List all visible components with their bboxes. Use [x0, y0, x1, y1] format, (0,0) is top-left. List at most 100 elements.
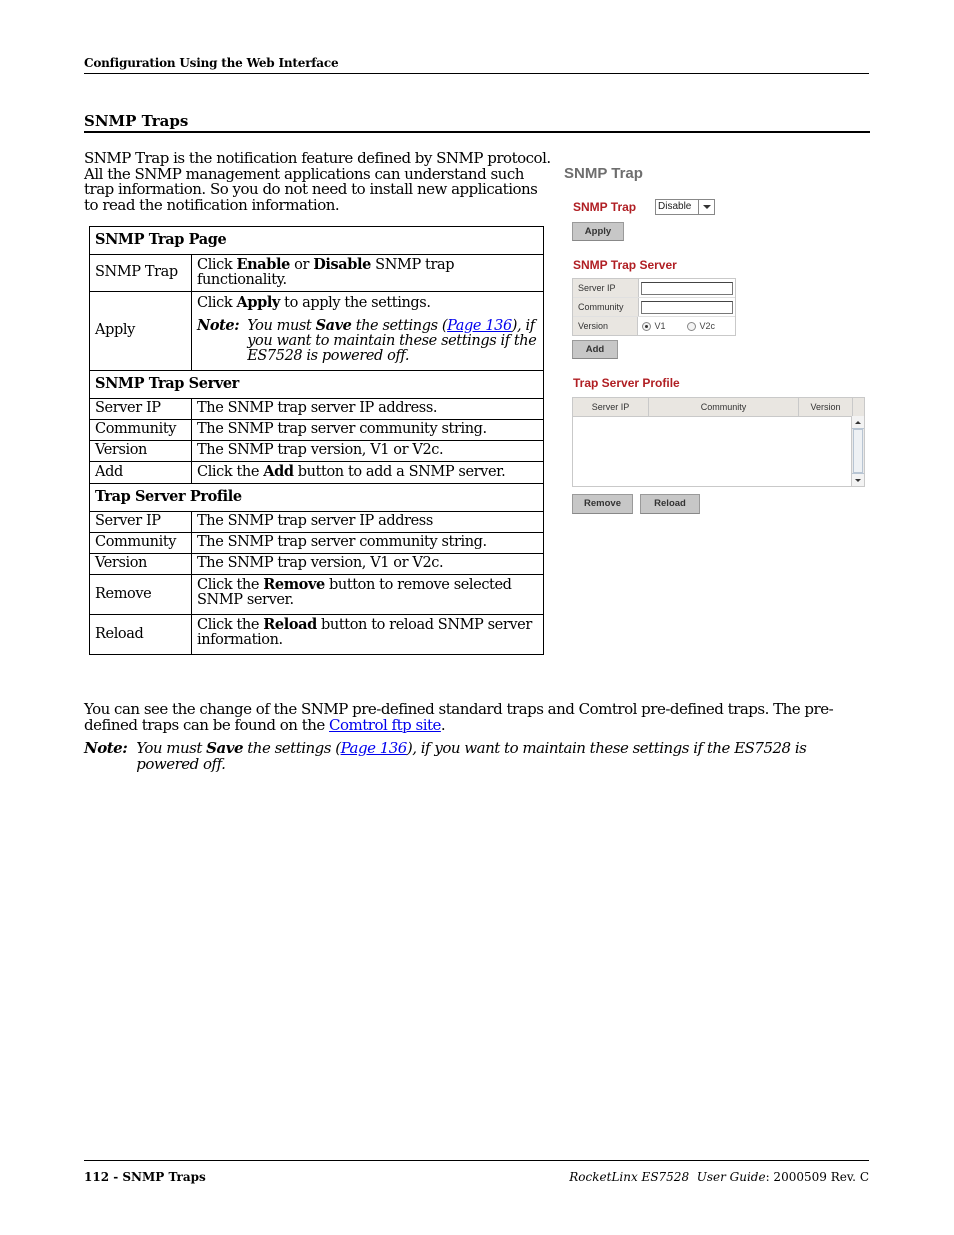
section-title: SNMP Traps	[84, 112, 189, 130]
footer-doc-title: RocketLinx ES7528 User Guide: 2000509 Re…	[569, 1170, 869, 1184]
chevron-down-icon[interactable]	[698, 200, 714, 214]
row-label: Community	[89, 419, 192, 441]
snmp-trap-select[interactable]: Disable	[655, 199, 715, 215]
form-row-community: Community	[573, 298, 735, 317]
row-description: The SNMP trap server community string.	[191, 532, 544, 554]
comtrol-ftp-link[interactable]: Comtrol ftp site	[329, 716, 441, 734]
note-body: You must Save the settings (Page 136), i…	[127, 739, 869, 772]
intro-paragraph: SNMP Trap is the notification feature de…	[84, 149, 551, 214]
add-button[interactable]: Add	[572, 340, 618, 359]
table-row: Version The SNMP trap version, V1 or V2c.	[89, 553, 544, 575]
text: Click	[197, 257, 237, 273]
row-description: Click the Add button to add a SNMP serve…	[191, 461, 544, 484]
running-head: Configuration Using the Web Interface	[84, 56, 339, 70]
row-description: Click the Remove button to remove select…	[191, 574, 544, 615]
table-row: Apply Click Apply to apply the settings.…	[89, 291, 544, 371]
row-label: Add	[89, 461, 192, 484]
text: .	[440, 715, 446, 734]
table-row: SNMP Trap Click Enable or Disable SNMP t…	[89, 254, 544, 292]
text: Click	[197, 295, 237, 311]
trap-server-form: Server IP Community Version V1 V2c	[572, 278, 736, 336]
text: Click the	[197, 577, 264, 593]
text: the settings (	[351, 318, 448, 334]
row-description: Click Enable or Disable SNMP trap functi…	[191, 254, 544, 292]
community-label: Community	[573, 298, 639, 316]
note: Note: You must Save the settings (Page 1…	[84, 739, 869, 772]
row-label: Version	[89, 440, 192, 462]
snmp-trap-label: SNMP Trap	[573, 200, 637, 214]
trap-server-profile-list[interactable]: Server IP Community Version	[572, 397, 865, 487]
text: to apply the settings.	[279, 295, 431, 311]
page-link[interactable]: Page 136	[447, 318, 512, 334]
version-radio-v1[interactable]: V1	[642, 321, 665, 331]
text: button to add a SNMP server.	[293, 464, 506, 480]
text: You must	[247, 318, 316, 334]
doc-revision: : 2000509 Rev. C	[765, 1170, 869, 1184]
column-header-community: Community	[649, 398, 799, 416]
text: Click the	[197, 464, 264, 480]
bold-term: Reload	[263, 616, 317, 633]
server-ip-label: Server IP	[573, 279, 639, 297]
bold-term: Add	[263, 463, 294, 480]
text: or	[289, 257, 314, 273]
remove-button[interactable]: Remove	[572, 494, 633, 514]
server-ip-input[interactable]	[641, 281, 733, 295]
page-link[interactable]: Page 136	[341, 739, 408, 757]
table-row: Community The SNMP trap server community …	[89, 532, 544, 554]
table-row: Reload Click the Reload button to reload…	[89, 614, 544, 655]
text: Click the	[197, 617, 264, 633]
bold-term: Enable	[236, 256, 291, 273]
row-label: Server IP	[89, 398, 192, 420]
radio-label: V2c	[699, 321, 715, 331]
bold-term: Save	[315, 317, 352, 334]
footer-rule	[84, 1160, 869, 1161]
body-paragraph: You can see the change of the SNMP pre-d…	[84, 700, 869, 734]
description-table: SNMP Trap Page SNMP Trap Click Enable or…	[89, 226, 544, 655]
section-header-snmp-trap-page: SNMP Trap Page	[89, 226, 544, 255]
row-label: Version	[89, 553, 192, 575]
text: You can see the change of the SNMP pre-d…	[84, 700, 834, 734]
table-section-header: SNMP Trap Server	[89, 370, 544, 399]
version-radio-v2c[interactable]: V2c	[687, 321, 715, 331]
table-row: Server IP The SNMP trap server IP address	[89, 511, 544, 533]
table-section-header: SNMP Trap Page	[89, 226, 544, 255]
row-label: Remove	[89, 574, 192, 615]
radio-unselected-icon[interactable]	[687, 321, 697, 331]
ui-page-title: SNMP Trap	[564, 165, 643, 182]
row-label: Server IP	[89, 511, 192, 533]
table-section-header: Trap Server Profile	[89, 483, 544, 512]
select-value: Disable	[658, 201, 692, 212]
radio-selected-icon[interactable]	[642, 321, 652, 331]
note-label: Note:	[84, 739, 128, 757]
table-row: Server IP The SNMP trap server IP address…	[89, 398, 544, 420]
row-label: Community	[89, 532, 192, 554]
row-label: Reload	[89, 614, 192, 655]
table-row: Add Click the Add button to add a SNMP s…	[89, 461, 544, 484]
snmp-trap-server-heading: SNMP Trap Server	[573, 258, 677, 272]
row-description: Click Apply to apply the settings. Note:…	[191, 291, 544, 371]
row-description: The SNMP trap server IP address	[191, 511, 544, 533]
header-rule	[84, 73, 869, 74]
row-description: The SNMP trap server IP address.	[191, 398, 544, 420]
table-row: Remove Click the Remove button to remove…	[89, 574, 544, 615]
row-label: Apply	[89, 291, 192, 371]
row-description: The SNMP trap version, V1 or V2c.	[191, 440, 544, 462]
scroll-up-icon[interactable]	[852, 416, 864, 429]
apply-button[interactable]: Apply	[572, 222, 624, 241]
bold-term: Remove	[263, 576, 325, 593]
scroll-track[interactable]	[853, 429, 863, 473]
section-header-trap-server-profile: Trap Server Profile	[89, 483, 544, 512]
row-label: SNMP Trap	[89, 254, 192, 292]
text: the settings (	[242, 739, 341, 757]
radio-label: V1	[654, 321, 666, 331]
footer-page-label: 112 - SNMP Traps	[84, 1170, 206, 1184]
list-header: Server IP Community Version	[573, 398, 864, 417]
community-input[interactable]	[641, 300, 733, 314]
form-row-version: Version V1 V2c	[573, 317, 735, 335]
bold-term: Disable	[313, 256, 371, 273]
form-row-server-ip: Server IP	[573, 279, 735, 298]
reload-button[interactable]: Reload	[640, 494, 700, 514]
list-scrollbar[interactable]	[851, 416, 864, 486]
doc-title: RocketLinx ES7528 User Guide	[569, 1170, 766, 1184]
scroll-down-icon[interactable]	[852, 473, 864, 486]
